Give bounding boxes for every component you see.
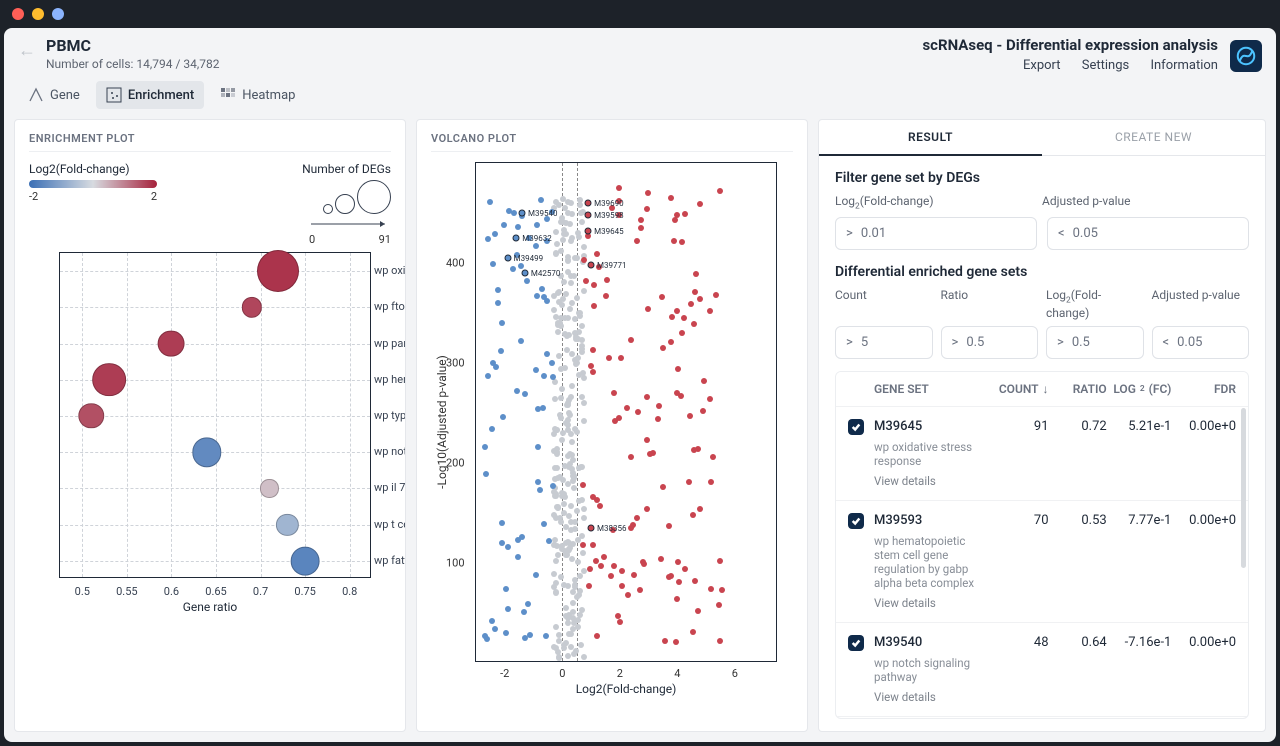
- fullscreen-window-icon[interactable]: [52, 8, 64, 20]
- volcano-plot-title: VOLCANO PLOT: [431, 132, 793, 145]
- volcano-ylabel: -Log10(Adjusted p-value): [435, 355, 449, 489]
- f2-pv-input[interactable]: <0.05: [1152, 326, 1250, 359]
- geneset-table: GENE SET COUNT↓ RATIO LOG2(FC) FDR M3964…: [835, 371, 1249, 719]
- dataset-title: PBMC: [46, 36, 219, 55]
- cell-fdr: 0.00e+0: [1171, 419, 1236, 434]
- cell-fdr: 0.00e+0: [1171, 513, 1236, 528]
- th-ratio[interactable]: RATIO: [1049, 382, 1107, 396]
- cell-count: 70: [990, 513, 1048, 528]
- menu-information[interactable]: Information: [1150, 58, 1218, 73]
- mode-gene-label: Gene: [50, 88, 80, 103]
- filter-genesets-heading: Differential enriched gene sets: [835, 264, 1249, 280]
- th-log2fc[interactable]: LOG2(FC): [1107, 382, 1172, 396]
- mode-heatmap-label: Heatmap: [242, 88, 295, 103]
- f2-count-label: Count: [835, 288, 933, 319]
- filter-pv-label: Adjusted p-value: [1042, 194, 1249, 211]
- view-details-link[interactable]: View details: [874, 596, 990, 610]
- th-geneset[interactable]: GENE SET: [874, 382, 990, 396]
- deg-size-legend-icon: [309, 180, 391, 214]
- table-row[interactable]: M39645 wp oxidative stress response View d…: [836, 406, 1248, 500]
- deg-max: 91: [379, 233, 391, 246]
- deg-min: 0: [309, 233, 315, 246]
- mac-titlebar: [0, 0, 1280, 28]
- view-mode-tabs: Gene Enrichment Heatmap: [4, 77, 1276, 119]
- row-checkbox[interactable]: [848, 513, 864, 529]
- enrichment-xlabel: Gene ratio: [29, 600, 391, 614]
- geneset-desc: wp notch signaling pathway: [874, 656, 990, 684]
- menu-export[interactable]: Export: [1023, 58, 1061, 73]
- f2-ratio-label: Ratio: [941, 288, 1039, 319]
- cell-log2fc: 5.21e-1: [1107, 419, 1172, 434]
- cell-log2fc: 7.77e-1: [1107, 513, 1172, 528]
- scrollbar-thumb[interactable]: [1241, 408, 1246, 568]
- f2-fc-input[interactable]: >0.5: [1046, 326, 1144, 359]
- cell-count: 48: [990, 635, 1048, 650]
- tab-result[interactable]: RESULT: [819, 120, 1042, 156]
- header-bar: ← PBMC Number of cells: 14,794 / 34,782 …: [4, 28, 1276, 77]
- geneset-desc: wp oxidative stress response: [874, 440, 990, 468]
- view-details-link[interactable]: View details: [874, 690, 990, 704]
- f2-ratio-input[interactable]: >0.5: [941, 326, 1039, 359]
- f2-pv-label: Adjusted p-value: [1152, 288, 1250, 319]
- f2-count-input[interactable]: >5: [835, 326, 933, 359]
- th-fdr[interactable]: FDR: [1171, 382, 1236, 396]
- mode-enrichment-label: Enrichment: [128, 88, 194, 103]
- mode-heatmap[interactable]: Heatmap: [210, 81, 305, 109]
- mode-enrichment[interactable]: Enrichment: [96, 81, 204, 109]
- app-name: scRNAseq - Differential expression analy…: [922, 36, 1218, 54]
- filter-fc-label: Log2(Fold-change): [835, 194, 1042, 211]
- table-row[interactable]: M39540 wp notch signaling pathway View det…: [836, 622, 1248, 716]
- cell-ratio: 0.72: [1049, 419, 1107, 434]
- enrichment-plot-title: ENRICHMENT PLOT: [29, 132, 391, 145]
- cell-count: 91: [990, 419, 1048, 434]
- results-panel: RESULT CREATE NEW Filter gene set by DEG…: [818, 119, 1266, 732]
- legend-deg-label: Number of DEGs: [302, 162, 391, 176]
- enrichment-icon: [106, 87, 122, 103]
- geneset-id: M39540: [874, 635, 990, 650]
- enrichment-chart[interactable]: 0.50.550.60.650.70.750.8wp oxidative str…: [59, 252, 371, 578]
- table-header: GENE SET COUNT↓ RATIO LOG2(FC) FDR: [836, 372, 1248, 406]
- table-row[interactable]: M39593 wp hematopoietic stem cell gene re…: [836, 500, 1248, 622]
- table-row[interactable]: M42570wp fatty acid transportersView det…: [836, 716, 1248, 719]
- volcano-panel: VOLCANO PLOT -20246100200300400M39540M39…: [416, 119, 808, 732]
- row-checkbox[interactable]: [848, 635, 864, 651]
- close-window-icon[interactable]: [12, 8, 24, 20]
- geneset-id: M39593: [874, 513, 990, 528]
- filter-fc-input[interactable]: >0.01: [835, 217, 1037, 250]
- fc-min: -2: [29, 190, 38, 203]
- filter-degs-heading: Filter gene set by DEGs: [835, 170, 1249, 186]
- th-count[interactable]: COUNT↓: [990, 382, 1048, 396]
- cell-log2fc: -7.16e-1: [1107, 635, 1172, 650]
- heatmap-icon: [220, 87, 236, 103]
- enrichment-panel: ENRICHMENT PLOT Log2(Fold-change) Number…: [14, 119, 406, 732]
- fc-gradient-icon: [29, 180, 157, 188]
- geneset-desc: wp hematopoietic stem cell gene regulati…: [874, 534, 990, 590]
- volcano-chart[interactable]: -20246100200300400M39540M39690M39598M396…: [475, 162, 777, 662]
- tab-create-new[interactable]: CREATE NEW: [1042, 120, 1265, 156]
- legend-fc-label: Log2(Fold-change): [29, 162, 130, 176]
- view-details-link[interactable]: View details: [874, 474, 990, 488]
- minimize-window-icon[interactable]: [32, 8, 44, 20]
- geneset-id: M39645: [874, 419, 990, 434]
- f2-fc-label: Log2(Fold-change): [1046, 288, 1144, 319]
- gene-icon: [28, 87, 44, 103]
- cell-ratio: 0.53: [1049, 513, 1107, 528]
- cell-count-subtitle: Number of cells: 14,794 / 34,782: [46, 57, 219, 71]
- brand-logo-icon: [1230, 40, 1262, 72]
- cell-fdr: 0.00e+0: [1171, 635, 1236, 650]
- row-checkbox[interactable]: [848, 419, 864, 435]
- menu-settings[interactable]: Settings: [1082, 58, 1129, 73]
- cell-ratio: 0.64: [1049, 635, 1107, 650]
- back-arrow-icon[interactable]: ←: [18, 36, 36, 61]
- app-window: ← PBMC Number of cells: 14,794 / 34,782 …: [4, 28, 1276, 742]
- filter-pv-input[interactable]: <0.05: [1047, 217, 1249, 250]
- mode-gene[interactable]: Gene: [18, 81, 90, 109]
- volcano-xlabel: Log2(Fold-change): [475, 682, 777, 696]
- fc-max: 2: [151, 190, 157, 203]
